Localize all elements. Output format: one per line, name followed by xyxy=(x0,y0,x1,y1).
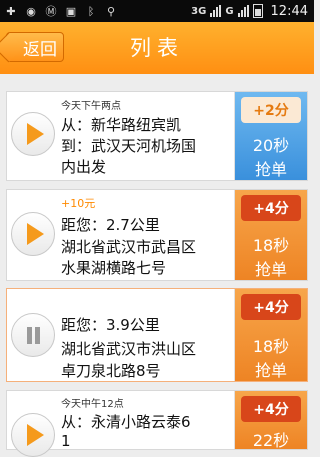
item-line: 从：永清小路云泰6 xyxy=(61,413,191,431)
back-button-label: 返回 xyxy=(23,39,57,60)
pause-button[interactable] xyxy=(11,313,55,357)
play-icon xyxy=(27,223,44,245)
grab-order-button[interactable]: 抢单 xyxy=(235,156,307,180)
item-line: 水果湖横路七号 xyxy=(61,259,167,277)
pause-icon xyxy=(26,326,40,344)
item-line: 从：新华路纽宾凯 xyxy=(61,116,182,134)
battery-icon xyxy=(252,4,263,18)
location-icon: ◉ xyxy=(26,4,36,18)
pickup-time: 今天下午两点 xyxy=(61,101,121,112)
app-icon-square: ▣ xyxy=(65,4,77,18)
network-type-2: G xyxy=(225,5,234,17)
title-bar: 返回 列表 xyxy=(0,22,314,74)
countdown: 18秒 xyxy=(252,337,290,356)
play-icon xyxy=(27,123,44,145)
item-line: 到：武汉天河机场国 xyxy=(61,137,197,155)
network-type-1: 3G xyxy=(191,5,207,17)
clock: 12:44 xyxy=(270,3,308,19)
countdown: 22秒 xyxy=(252,431,290,450)
grab-order-panel[interactable]: +4分 18秒 抢单 xyxy=(234,190,307,280)
item-line: 湖北省武汉市洪山区 xyxy=(61,340,197,358)
play-icon xyxy=(27,424,44,446)
list-item[interactable]: +10元 距您：2.7公里 湖北省武汉市武昌区 水果湖横路七号 +4分 18秒 … xyxy=(6,189,308,281)
points-badge: +2分 xyxy=(241,97,301,123)
list-item[interactable]: 今天下午两点 从：新华路纽宾凯 到：武汉天河机场国 内出发 +2分 20秒 抢单 xyxy=(6,91,308,181)
points-badge: +4分 xyxy=(241,294,301,320)
item-line: 1 xyxy=(61,432,71,450)
grab-order-panel[interactable]: +4分 18秒 抢单 xyxy=(234,289,307,381)
points-badge: +4分 xyxy=(241,396,301,422)
item-line: 卓刀泉北路8号 xyxy=(61,362,161,380)
item-line: 内出发 xyxy=(61,158,107,176)
points-badge: +4分 xyxy=(241,195,301,221)
countdown: 18秒 xyxy=(252,236,290,255)
play-button[interactable] xyxy=(11,212,55,256)
grab-order-button[interactable]: 抢单 xyxy=(235,357,307,381)
grab-order-panel[interactable]: +2分 20秒 抢单 xyxy=(234,92,307,180)
bonus-amount: +10元 xyxy=(61,197,96,210)
usb-icon: ⚲ xyxy=(106,4,116,18)
item-line: 距您：2.7公里 xyxy=(61,216,160,234)
signal-icon xyxy=(210,5,222,17)
countdown: 20秒 xyxy=(252,136,290,155)
bluetooth-icon: ᛒ xyxy=(87,4,95,18)
pickup-time: 今天中午12点 xyxy=(61,399,124,410)
add-icon: ✚ xyxy=(6,4,16,18)
app-icon-m: Ⓜ xyxy=(45,5,57,18)
play-button[interactable] xyxy=(11,413,55,457)
signal-icon-2 xyxy=(237,5,249,17)
item-line: 距您：3.9公里 xyxy=(61,316,160,334)
play-button[interactable] xyxy=(11,112,55,156)
grab-order-panel[interactable]: +4分 22秒 xyxy=(234,391,307,450)
grab-order-button[interactable]: 抢单 xyxy=(235,256,307,280)
list-item[interactable]: 距您：3.9公里 湖北省武汉市洪山区 卓刀泉北路8号 +4分 18秒 抢单 xyxy=(6,288,308,382)
status-bar: ✚ ◉ Ⓜ ▣ ᛒ ⚲ 3G G 12:44 xyxy=(0,0,314,22)
list-item[interactable]: 今天中午12点 从：永清小路云泰6 1 +4分 22秒 xyxy=(6,390,308,457)
item-line: 湖北省武汉市武昌区 xyxy=(61,238,197,256)
